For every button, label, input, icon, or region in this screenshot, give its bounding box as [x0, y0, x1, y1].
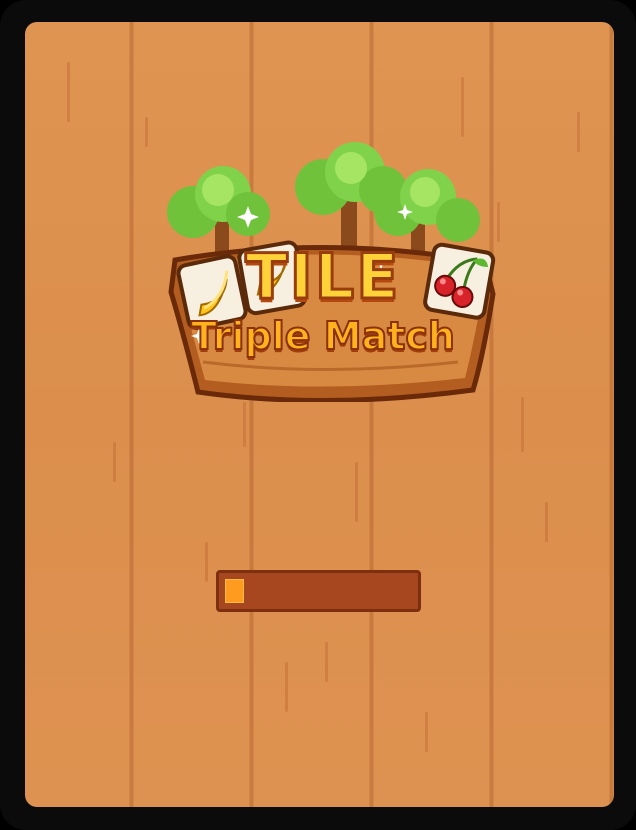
game-screen: TILE Triple Match	[25, 22, 614, 807]
wood-grain	[205, 542, 208, 582]
loading-progress-bar	[216, 570, 421, 612]
game-logo: TILE Triple Match	[143, 142, 503, 402]
wood-grain	[243, 402, 246, 447]
loading-progress-fill	[225, 579, 244, 603]
wood-grain	[545, 502, 548, 542]
logo-title-tile: TILE	[244, 239, 401, 315]
wood-grain	[425, 712, 428, 752]
wood-grain	[521, 397, 524, 452]
logo-title-triple-match: Triple Match	[190, 313, 456, 359]
wood-grain	[461, 77, 464, 137]
wood-grain	[577, 112, 580, 152]
device-frame: TILE Triple Match	[0, 0, 636, 830]
wood-grain	[355, 462, 358, 522]
wood-grain	[285, 662, 288, 712]
wood-grain	[325, 642, 328, 682]
wood-grain	[67, 62, 70, 122]
wood-grain	[113, 442, 116, 482]
